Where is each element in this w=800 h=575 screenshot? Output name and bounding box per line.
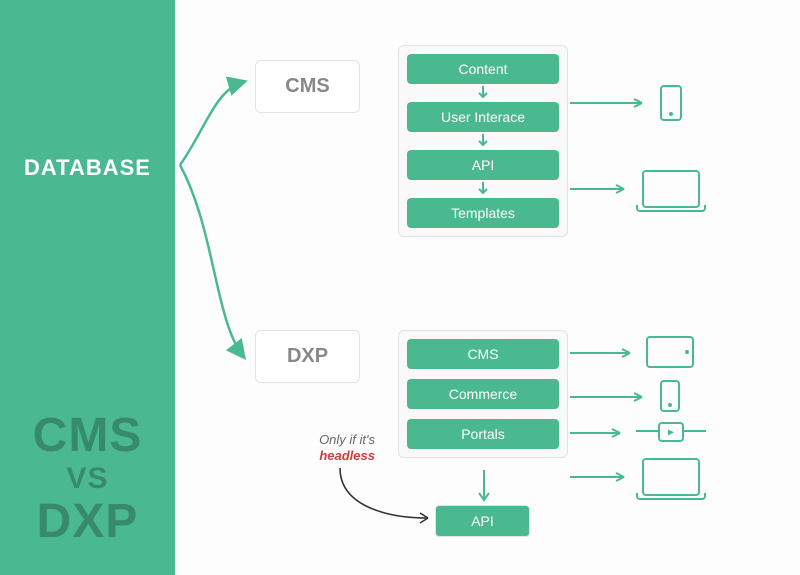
database-label: DATABASE: [0, 155, 175, 181]
arrow-right-icon: [570, 474, 632, 480]
headless-annotation-highlight: headless: [319, 448, 375, 463]
dxp-block-commerce: Commerce: [407, 379, 559, 409]
title-dxp: DXP: [0, 497, 175, 547]
headless-annotation: Only if it's headless: [285, 432, 375, 465]
spacer: [407, 369, 559, 379]
arrow-down-icon: [407, 132, 559, 150]
cms-block-api: API: [407, 150, 559, 180]
phone-icon: [660, 380, 680, 412]
headless-arrow: [330, 460, 440, 530]
cms-type-box: CMS: [255, 60, 360, 113]
laptop-icon: [642, 458, 700, 496]
sidebar: DATABASE CMS VS DXP: [0, 0, 175, 575]
dxp-type-box: DXP: [255, 330, 360, 383]
dxp-block-cms: CMS: [407, 339, 559, 369]
arrow-down-icon: [407, 84, 559, 102]
title-cms-vs-dxp: CMS VS DXP: [0, 411, 175, 547]
branch-connector: [175, 60, 265, 380]
phone-icon: [660, 85, 682, 121]
arrow-right-icon: [570, 350, 638, 356]
watch-band-icon: [636, 430, 658, 434]
watch-band-icon: [684, 430, 706, 434]
arrow-right-icon: [570, 430, 628, 436]
title-cms: CMS: [0, 411, 175, 461]
cms-stack: Content User Interace API Templates: [398, 45, 568, 237]
arrow-right-icon: [570, 394, 650, 400]
cms-block-ui: User Interace: [407, 102, 559, 132]
title-vs: VS: [0, 463, 175, 495]
cms-block-content: Content: [407, 54, 559, 84]
tablet-icon: [646, 336, 694, 368]
arrow-down-icon: [478, 470, 490, 504]
dxp-stack: CMS Commerce Portals: [398, 330, 568, 458]
arrow-down-icon: [407, 180, 559, 198]
headless-annotation-prefix: Only if it's: [319, 432, 375, 447]
laptop-icon: [642, 170, 700, 208]
dxp-api-box: API: [435, 505, 530, 537]
dxp-block-portals: Portals: [407, 419, 559, 449]
watch-icon: [658, 422, 684, 442]
cms-block-templates: Templates: [407, 198, 559, 228]
arrow-right-icon: [570, 100, 650, 106]
spacer: [407, 409, 559, 419]
arrow-right-icon: [570, 186, 632, 192]
